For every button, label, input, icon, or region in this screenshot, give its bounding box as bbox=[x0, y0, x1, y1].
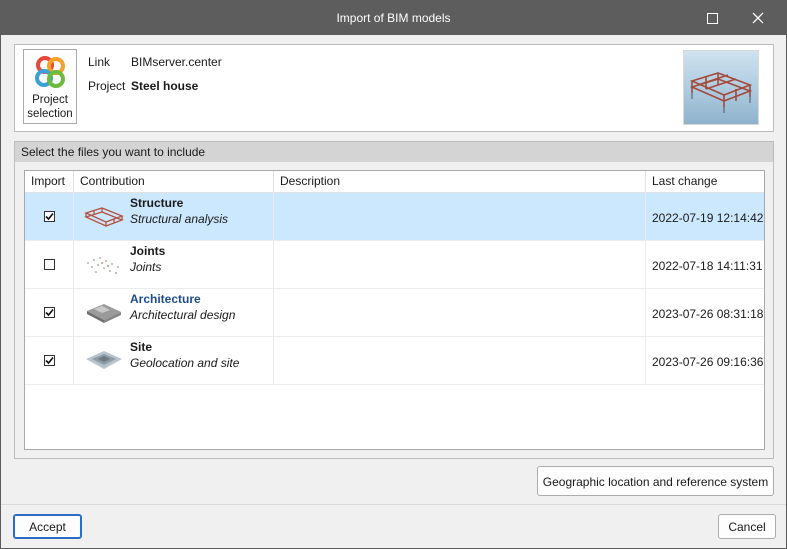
title-bar[interactable]: Import of BIM models bbox=[1, 1, 786, 35]
table-row[interactable]: Site Geolocation and site 2023-07-26 09:… bbox=[25, 337, 764, 385]
window-title: Import of BIM models bbox=[336, 11, 451, 25]
maximize-button[interactable] bbox=[689, 1, 735, 35]
geographic-location-button[interactable]: Geographic location and reference system bbox=[537, 466, 774, 496]
bimserver-logo-icon bbox=[35, 56, 65, 88]
description-cell bbox=[274, 289, 646, 337]
column-header-contribution[interactable]: Contribution bbox=[74, 171, 274, 193]
contribution-title: Structure bbox=[130, 196, 184, 210]
last-change-value: 2023-07-26 09:16:36 bbox=[652, 355, 764, 369]
contribution-cell: Structure Structural analysis bbox=[74, 193, 274, 241]
contribution-title: Joints bbox=[130, 244, 166, 258]
project-info-panel: Project selection Link BIMserver.center … bbox=[14, 44, 774, 132]
steel-house-thumbnail bbox=[689, 72, 753, 113]
last-change-cell: 2023-07-26 08:31:18 bbox=[646, 289, 764, 337]
import-checkbox[interactable] bbox=[44, 211, 55, 222]
project-label: Project bbox=[88, 79, 126, 93]
contribution-title: Site bbox=[130, 340, 153, 354]
table-row[interactable]: Architecture Architectural design 2023-0… bbox=[25, 289, 764, 337]
contribution-cell: Site Geolocation and site bbox=[74, 337, 274, 385]
link-label: Link bbox=[88, 55, 111, 69]
description-cell bbox=[274, 241, 646, 289]
checkmark-icon bbox=[45, 356, 54, 365]
import-checkbox[interactable] bbox=[44, 355, 55, 366]
contribution-cell: Joints Joints bbox=[74, 241, 274, 289]
import-cell bbox=[25, 289, 74, 337]
contribution-cell: Architecture Architectural design bbox=[74, 289, 274, 337]
import-checkbox[interactable] bbox=[44, 259, 55, 270]
dialog-footer: Accept Cancel bbox=[1, 504, 786, 548]
structure-model-icon bbox=[84, 207, 124, 227]
contribution-subtitle: Joints bbox=[130, 260, 162, 274]
close-button[interactable] bbox=[735, 1, 781, 35]
last-change-cell: 2022-07-19 12:14:42 bbox=[646, 193, 764, 241]
column-header-last-change[interactable]: Last change bbox=[646, 171, 764, 193]
contribution-subtitle: Structural analysis bbox=[130, 212, 229, 226]
import-cell bbox=[25, 241, 74, 289]
architecture-model-icon bbox=[87, 304, 121, 323]
site-model-icon bbox=[86, 351, 122, 369]
import-cell bbox=[25, 193, 74, 241]
last-change-cell: 2022-07-18 14:11:31 bbox=[646, 241, 764, 289]
column-header-description[interactable]: Description bbox=[274, 171, 646, 193]
last-change-value: 2022-07-19 12:14:42 bbox=[652, 211, 764, 225]
contribution-subtitle: Architectural design bbox=[130, 308, 236, 322]
description-cell bbox=[274, 337, 646, 385]
import-bim-dialog: Import of BIM models Project selection L… bbox=[0, 0, 787, 549]
project-name: Steel house bbox=[131, 79, 199, 93]
link-value: BIMserver.center bbox=[131, 55, 222, 69]
table-row[interactable]: Joints Joints 2022-07-18 14:11:31 bbox=[25, 241, 764, 289]
import-checkbox[interactable] bbox=[44, 307, 55, 318]
joints-model-icon bbox=[87, 257, 119, 274]
accept-button[interactable]: Accept bbox=[13, 514, 82, 539]
contribution-title: Architecture bbox=[130, 292, 201, 306]
contribution-subtitle: Geolocation and site bbox=[130, 356, 240, 370]
column-header-import[interactable]: Import bbox=[25, 171, 74, 193]
import-cell bbox=[25, 337, 74, 385]
cancel-button[interactable]: Cancel bbox=[718, 514, 776, 539]
project-selection-button[interactable]: Project selection bbox=[23, 49, 77, 124]
last-change-value: 2022-07-18 14:11:31 bbox=[652, 259, 763, 273]
table-row[interactable]: Structure Structural analysis 2022-07-19… bbox=[25, 193, 764, 241]
description-cell bbox=[274, 193, 646, 241]
project-thumbnail bbox=[683, 50, 759, 125]
close-icon bbox=[752, 12, 764, 24]
checkmark-icon bbox=[45, 212, 54, 221]
maximize-icon bbox=[706, 12, 718, 24]
project-selection-label-line1: Project bbox=[32, 94, 68, 106]
last-change-cell: 2023-07-26 09:16:36 bbox=[646, 337, 764, 385]
files-section-header: Select the files you want to include bbox=[15, 142, 773, 162]
files-table: Import Contribution Description Last cha… bbox=[24, 170, 765, 450]
project-selection-label-line2: selection bbox=[27, 108, 73, 120]
files-section: Select the files you want to include Imp… bbox=[14, 141, 774, 459]
checkmark-icon bbox=[45, 308, 54, 317]
last-change-value: 2023-07-26 08:31:18 bbox=[652, 307, 764, 321]
